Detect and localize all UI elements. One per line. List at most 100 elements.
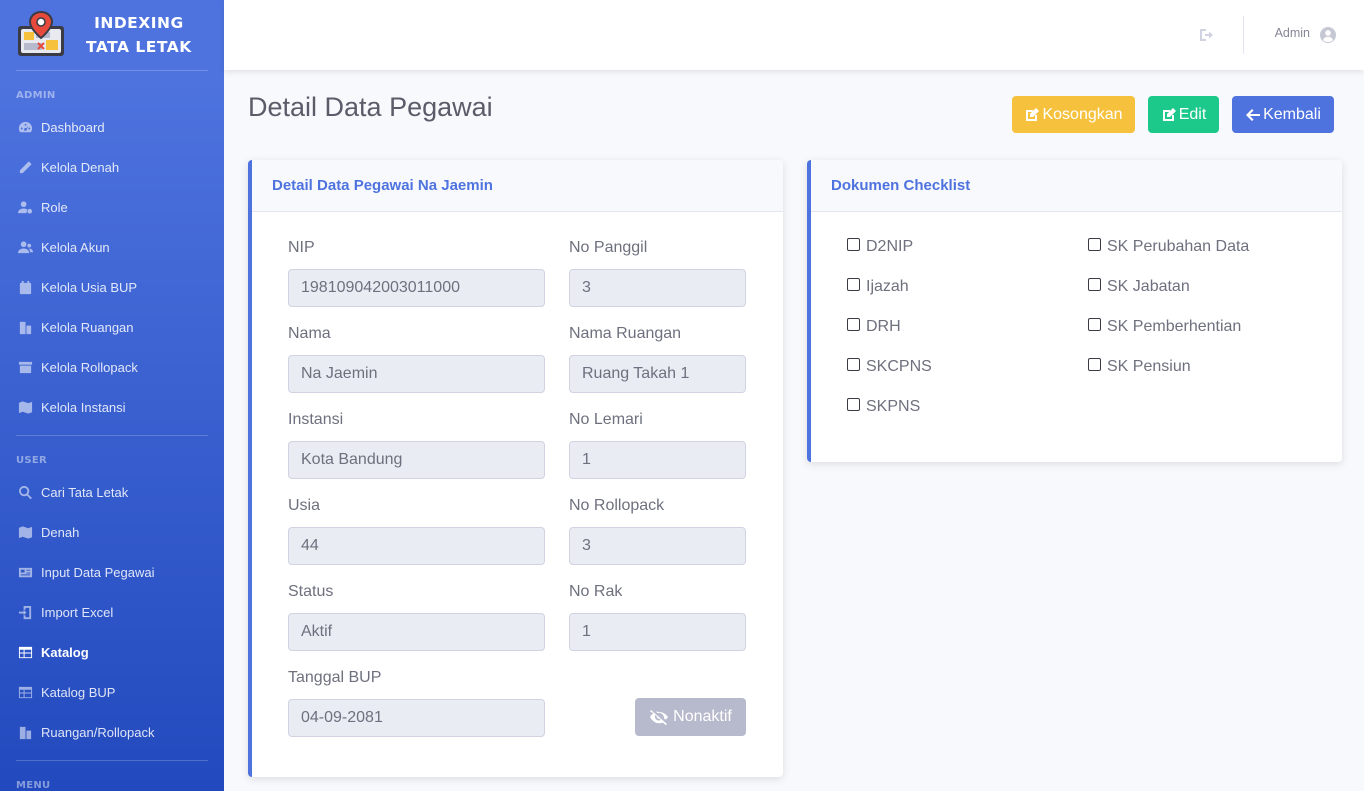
checkbox-box[interactable] xyxy=(1088,277,1101,291)
kosongkan-button[interactable]: Kosongkan xyxy=(1012,96,1135,133)
sidebar-item-katalog[interactable]: Katalog xyxy=(0,632,224,672)
user-avatar-icon[interactable] xyxy=(1320,27,1336,43)
sidebar-item-label: Cari Tata Letak xyxy=(41,484,129,500)
topbar-divider xyxy=(1243,16,1244,54)
no-rollopack-field[interactable]: 3 xyxy=(569,527,746,565)
search-icon xyxy=(17,484,33,500)
users-icon xyxy=(17,239,33,255)
no-rak-field[interactable]: 1 xyxy=(569,613,746,651)
sidebar-item-kelola-rollopack[interactable]: Kelola Rollopack xyxy=(0,347,224,387)
checkbox-d2nip[interactable]: D2NIP xyxy=(847,237,914,256)
sidebar-item-dashboard[interactable]: Dashboard xyxy=(0,107,224,147)
sidebar-item-denah[interactable]: Denah xyxy=(0,512,224,552)
sidebar-item-kelola-ruangan[interactable]: Kelola Ruangan xyxy=(0,307,224,347)
sidebar-heading-menu: MENU xyxy=(16,780,51,791)
status-field[interactable]: Aktif xyxy=(288,613,545,651)
tanggal-bup-label: Tanggal BUP xyxy=(288,669,382,686)
checkbox-sk-pensiun[interactable]: SK Pensiun xyxy=(1088,357,1191,376)
sidebar-item-ruangan-rollopack[interactable]: Ruangan/Rollopack xyxy=(0,712,224,752)
calendar-icon xyxy=(17,279,33,295)
eye-slash-icon xyxy=(649,710,669,725)
table-icon xyxy=(17,684,33,700)
sidebar-item-label: Kelola Instansi xyxy=(41,399,126,415)
building-icon xyxy=(17,724,33,740)
checkbox-skcpns[interactable]: SKCPNS xyxy=(847,357,932,376)
no-rak-label: No Rak xyxy=(569,583,623,600)
kembali-button[interactable]: Kembali xyxy=(1232,96,1334,133)
checkbox-ijazah[interactable]: Ijazah xyxy=(847,277,909,296)
usia-field[interactable]: 44 xyxy=(288,527,545,565)
nonaktif-label: Nonaktif xyxy=(673,708,732,725)
checkbox-sk-jabatan[interactable]: SK Jabatan xyxy=(1088,277,1190,296)
sidebar-heading-admin: ADMIN xyxy=(16,90,56,101)
brand[interactable]: INDEXING TATA LETAK xyxy=(0,0,224,70)
logout-icon[interactable] xyxy=(1198,27,1214,43)
sidebar-item-kelola-akun[interactable]: Kelola Akun xyxy=(0,227,224,267)
instansi-field[interactable]: Kota Bandung xyxy=(288,441,545,479)
user-cog-icon xyxy=(17,199,33,215)
archive-icon xyxy=(17,359,33,375)
id-card-icon xyxy=(17,564,33,580)
no-panggil-field[interactable]: 3 xyxy=(569,269,746,307)
sidebar-item-label: Dashboard xyxy=(41,119,105,135)
sidebar-item-label: Role xyxy=(41,199,68,215)
nama-field[interactable]: Na Jaemin xyxy=(288,355,545,393)
arrow-left-icon xyxy=(1246,108,1261,121)
checkbox-sk-perubahan-data[interactable]: SK Perubahan Data xyxy=(1088,237,1250,256)
checkbox-box[interactable] xyxy=(847,237,860,251)
checkbox-box[interactable] xyxy=(847,317,860,331)
checklist-card: Dokumen Checklist D2NIP Ijazah DRH SKCPN… xyxy=(807,160,1342,462)
usia-label: Usia xyxy=(288,497,321,514)
checkbox-label: SKPNS xyxy=(866,398,921,415)
no-lemari-label: No Lemari xyxy=(569,411,643,428)
kembali-label: Kembali xyxy=(1263,105,1321,123)
nip-label: NIP xyxy=(288,239,315,256)
sidebar-item-import-excel[interactable]: Import Excel xyxy=(0,592,224,632)
sidebar-heading-user: USER xyxy=(16,455,48,466)
checkbox-box[interactable] xyxy=(1088,317,1101,331)
building-icon xyxy=(17,319,33,335)
sidebar-item-input-data-pegawai[interactable]: Input Data Pegawai xyxy=(0,552,224,592)
checkbox-drh[interactable]: DRH xyxy=(847,317,901,336)
sidebar-item-role[interactable]: Role xyxy=(0,187,224,227)
map-icon xyxy=(17,524,33,540)
brand-line2: TATA LETAK xyxy=(86,38,192,56)
sidebar-item-label: Ruangan/Rollopack xyxy=(41,724,155,740)
sidebar-item-kelola-denah[interactable]: Kelola Denah xyxy=(0,147,224,187)
tanggal-bup-field[interactable]: 04-09-2081 xyxy=(288,699,545,737)
checkbox-box[interactable] xyxy=(1088,357,1101,371)
import-icon xyxy=(17,604,33,620)
checkbox-sk-pemberhentian[interactable]: SK Pemberhentian xyxy=(1088,317,1241,336)
sidebar-item-kelola-usia-bup[interactable]: Kelola Usia BUP xyxy=(0,267,224,307)
sidebar-item-label: Denah xyxy=(41,524,80,540)
map-icon xyxy=(17,399,33,415)
checkbox-label: SK Perubahan Data xyxy=(1107,238,1250,255)
checkbox-label: Ijazah xyxy=(866,278,909,295)
checkbox-label: SKCPNS xyxy=(866,358,932,375)
status-label: Status xyxy=(288,583,334,600)
sidebar-item-label: Kelola Ruangan xyxy=(41,319,134,335)
sidebar-item-label: Kelola Rollopack xyxy=(41,359,138,375)
sidebar-item-kelola-instansi[interactable]: Kelola Instansi xyxy=(0,387,224,427)
checklist-card-title: Dokumen Checklist xyxy=(811,160,1342,212)
user-name[interactable]: Admin xyxy=(1275,26,1310,40)
nama-label: Nama xyxy=(288,325,331,342)
no-lemari-field[interactable]: 1 xyxy=(569,441,746,479)
kosongkan-label: Kosongkan xyxy=(1042,105,1123,123)
instansi-label: Instansi xyxy=(288,411,344,428)
nip-field[interactable]: 198109042003011000 xyxy=(288,269,545,307)
checkbox-skpns[interactable]: SKPNS xyxy=(847,397,921,416)
nonaktif-button[interactable]: Nonaktif xyxy=(635,698,746,736)
sidebar-item-cari-tata-letak[interactable]: Cari Tata Letak xyxy=(0,472,224,512)
checkbox-label: D2NIP xyxy=(866,238,914,255)
table-icon xyxy=(17,644,33,660)
checkbox-label: SK Pensiun xyxy=(1107,358,1191,375)
checkbox-box[interactable] xyxy=(1088,237,1101,251)
edit-button[interactable]: Edit xyxy=(1148,96,1219,133)
sidebar-item-label: Import Excel xyxy=(41,604,114,620)
checkbox-box[interactable] xyxy=(847,277,860,291)
sidebar-item-katalog-bup[interactable]: Katalog BUP xyxy=(0,672,224,712)
checkbox-box[interactable] xyxy=(847,357,860,371)
nama-ruangan-field[interactable]: Ruang Takah 1 xyxy=(569,355,746,393)
checkbox-box[interactable] xyxy=(847,397,860,411)
